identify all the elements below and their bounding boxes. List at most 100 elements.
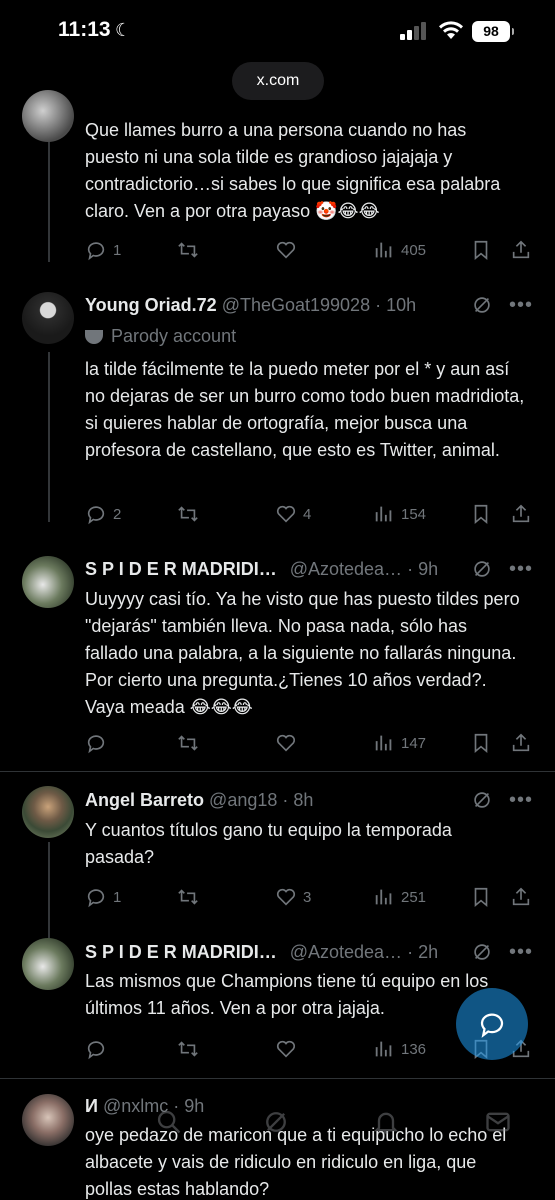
like-button[interactable]: [275, 237, 297, 263]
tweet-text: Uuyyyy casi tío. Ya he visto que has pue…: [85, 589, 520, 717]
retweet-button[interactable]: [177, 730, 199, 756]
thread-line: [48, 352, 50, 522]
tweet-text: Y cuantos títulos gano tu equipo la temp…: [85, 820, 452, 867]
views-button[interactable]: 147: [373, 730, 426, 756]
bottom-navigation: [0, 1098, 555, 1148]
views-button[interactable]: 251: [373, 884, 426, 910]
reply-button[interactable]: 2: [85, 501, 121, 527]
share-icon: [512, 887, 530, 906]
reply-icon: [87, 735, 105, 754]
bookmark-button[interactable]: [470, 501, 492, 527]
share-button[interactable]: [510, 884, 532, 910]
heart-icon: [276, 1040, 296, 1058]
share-button[interactable]: [510, 730, 532, 756]
avatar[interactable]: [22, 938, 74, 990]
retweet-icon: [178, 735, 198, 751]
bell-icon[interactable]: [372, 1108, 400, 1136]
heart-icon: [276, 505, 296, 523]
like-button[interactable]: [275, 730, 297, 756]
share-icon: [512, 504, 530, 523]
more-options-icon[interactable]: •••: [509, 559, 533, 579]
display-name[interactable]: Young Oriad.72: [85, 295, 217, 315]
retweet-button[interactable]: [177, 501, 199, 527]
share-icon: [512, 733, 530, 752]
retweet-button[interactable]: [177, 1036, 199, 1062]
like-button[interactable]: 3: [275, 884, 311, 910]
parody-badge: Parody account: [85, 324, 236, 348]
like-button[interactable]: 4: [275, 501, 311, 527]
retweet-button[interactable]: [177, 884, 199, 910]
reply-icon: [87, 242, 105, 261]
grok-icon[interactable]: [471, 558, 493, 580]
views-icon: [375, 242, 392, 258]
tweet-time[interactable]: · 9h: [407, 559, 438, 579]
bookmark-icon: [474, 240, 488, 261]
share-button[interactable]: [510, 501, 532, 527]
retweet-icon: [178, 242, 198, 258]
reply-button[interactable]: 1: [85, 237, 121, 263]
thread-line: [48, 842, 50, 942]
reply-button[interactable]: [85, 1036, 107, 1062]
views-button[interactable]: 136: [373, 1036, 426, 1062]
bookmark-button[interactable]: [470, 237, 492, 263]
tweet-time[interactable]: · 8h: [282, 790, 313, 810]
reply-icon: [87, 889, 105, 908]
views-button[interactable]: 154: [373, 501, 426, 527]
compose-reply-button[interactable]: [456, 988, 528, 1060]
grok-icon[interactable]: [471, 789, 493, 811]
grok-icon[interactable]: [471, 941, 493, 963]
divider: [0, 771, 555, 772]
reply-button[interactable]: [85, 730, 107, 756]
reply-button[interactable]: 1: [85, 884, 121, 910]
tweet-header-actions: •••: [471, 557, 533, 581]
more-options-icon[interactable]: •••: [509, 942, 533, 962]
tweet-header-actions: •••: [471, 940, 533, 964]
tweet-header: Young Oriad.72 @TheGoat199028 · 10h: [85, 293, 416, 317]
views-count: 405: [401, 241, 427, 259]
share-icon: [512, 240, 530, 259]
avatar[interactable]: [22, 556, 74, 608]
tweet-actions: 1 405: [85, 237, 535, 263]
views-count: 251: [401, 888, 427, 906]
address-bar[interactable]: x.com: [232, 62, 324, 100]
user-handle[interactable]: @Azotedea…: [290, 559, 402, 579]
reply-icon: [87, 506, 105, 525]
bookmark-button[interactable]: [470, 884, 492, 910]
like-count: 4: [303, 505, 312, 523]
user-handle[interactable]: @ang18: [209, 790, 277, 810]
tweet-actions: 2 4 154: [85, 501, 535, 527]
share-button[interactable]: [510, 237, 532, 263]
display-name[interactable]: S P I D E R MADRIDI…: [85, 559, 277, 579]
retweet-button[interactable]: [177, 237, 199, 263]
grok-icon[interactable]: [262, 1108, 290, 1136]
tweet-header: Angel Barreto @ang18 · 8h: [85, 788, 313, 812]
views-button[interactable]: 405: [373, 237, 426, 263]
tweet-time[interactable]: · 2h: [407, 942, 438, 962]
avatar[interactable]: [22, 292, 74, 344]
cellular-signal-icon: [400, 22, 430, 40]
tweet-time[interactable]: · 10h: [375, 295, 416, 315]
tweet-header-actions: •••: [471, 293, 533, 317]
reply-count: 1: [113, 241, 122, 259]
avatar[interactable]: [22, 90, 74, 142]
views-icon: [375, 1041, 392, 1057]
retweet-icon: [178, 1041, 198, 1057]
battery-indicator: 98: [472, 21, 514, 42]
avatar[interactable]: [22, 786, 74, 838]
bookmark-icon: [474, 733, 488, 754]
grok-icon[interactable]: [471, 294, 493, 316]
display-name[interactable]: Angel Barreto: [85, 790, 204, 810]
more-options-icon[interactable]: •••: [509, 295, 533, 315]
views-icon: [375, 889, 392, 905]
reply-compose-icon: [480, 1013, 504, 1038]
tweet-header-actions: •••: [471, 788, 533, 812]
user-handle[interactable]: @TheGoat199028: [222, 295, 370, 315]
like-button[interactable]: [275, 1036, 297, 1062]
wifi-icon: [439, 21, 463, 39]
search-icon[interactable]: [155, 1108, 183, 1136]
more-options-icon[interactable]: •••: [509, 790, 533, 810]
mail-icon[interactable]: [484, 1108, 512, 1136]
user-handle[interactable]: @Azotedea…: [290, 942, 402, 962]
display-name[interactable]: S P I D E R MADRIDI…: [85, 942, 277, 962]
bookmark-button[interactable]: [470, 730, 492, 756]
